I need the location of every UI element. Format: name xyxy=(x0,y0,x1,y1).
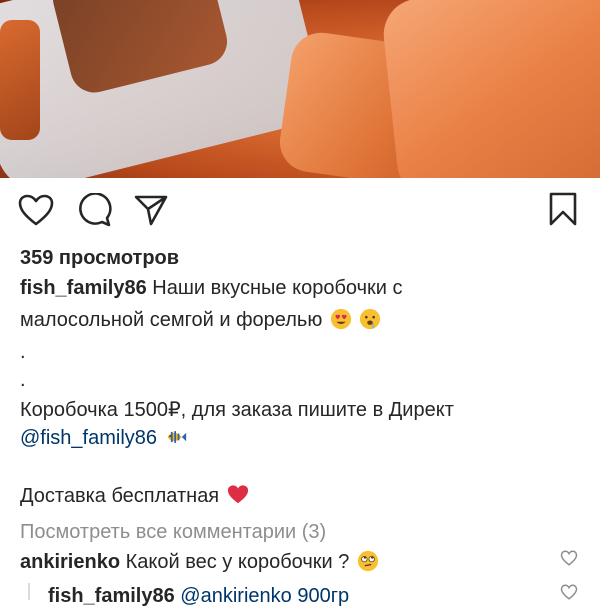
comment-username[interactable]: fish_family86 xyxy=(48,585,175,607)
comment-like-heart-icon[interactable] xyxy=(560,583,578,601)
caption-line: fish_family86 Наши вкусные коробочки с xyxy=(20,274,590,302)
eye-roll-emoji-icon xyxy=(357,550,379,572)
caption-line: малосольной семгой и форелью xyxy=(20,306,590,334)
delivery-text: Доставка бесплатная xyxy=(20,485,220,507)
caption-dot: . xyxy=(20,341,26,363)
caption-line: @fish_family86 xyxy=(20,424,590,452)
post-action-bar xyxy=(0,192,600,228)
caption-text: Наши вкусные коробочки с xyxy=(152,277,403,299)
comment-text: Какой вес у коробочки ? xyxy=(125,551,350,573)
caption-line: Доставка бесплатная xyxy=(20,482,590,510)
caption-text: малосольной семгой и форелью xyxy=(20,309,323,331)
comment-reply-row: fish_family86 @ankirienko 900гр xyxy=(48,582,600,610)
comment-bubble-icon[interactable] xyxy=(78,193,112,227)
view-count[interactable]: 359 просмотров xyxy=(20,244,590,272)
comment-text: @ankirienko 900гр xyxy=(180,585,350,607)
heart-outline-icon[interactable] xyxy=(18,194,54,226)
reply-thread-line xyxy=(28,583,30,600)
heart-eyes-emoji-icon xyxy=(330,308,351,330)
comment-like-heart-icon[interactable] xyxy=(560,549,578,567)
bookmark-icon[interactable] xyxy=(548,192,578,226)
fish-piece-shape xyxy=(0,20,40,140)
comment-username[interactable]: ankirienko xyxy=(20,551,120,573)
caption-username[interactable]: fish_family86 xyxy=(20,277,147,299)
drooling-face-emoji-icon xyxy=(360,308,381,330)
post-photo[interactable] xyxy=(0,0,600,178)
comment-row: ankirienko Какой вес у коробочки ? xyxy=(20,548,590,576)
mention-link[interactable]: @fish_family86 xyxy=(20,427,157,449)
tropical-fish-emoji-icon xyxy=(167,431,186,443)
caption-dot: . xyxy=(20,369,26,391)
caption-price-line: Коробочка 1500₽, для заказа пишите в Дир… xyxy=(20,399,454,421)
paper-plane-icon[interactable] xyxy=(134,194,168,226)
fish-piece-shape xyxy=(380,0,600,178)
red-heart-emoji-icon xyxy=(227,485,248,504)
view-all-comments-link[interactable]: Посмотреть все комментарии (3) xyxy=(20,518,590,546)
